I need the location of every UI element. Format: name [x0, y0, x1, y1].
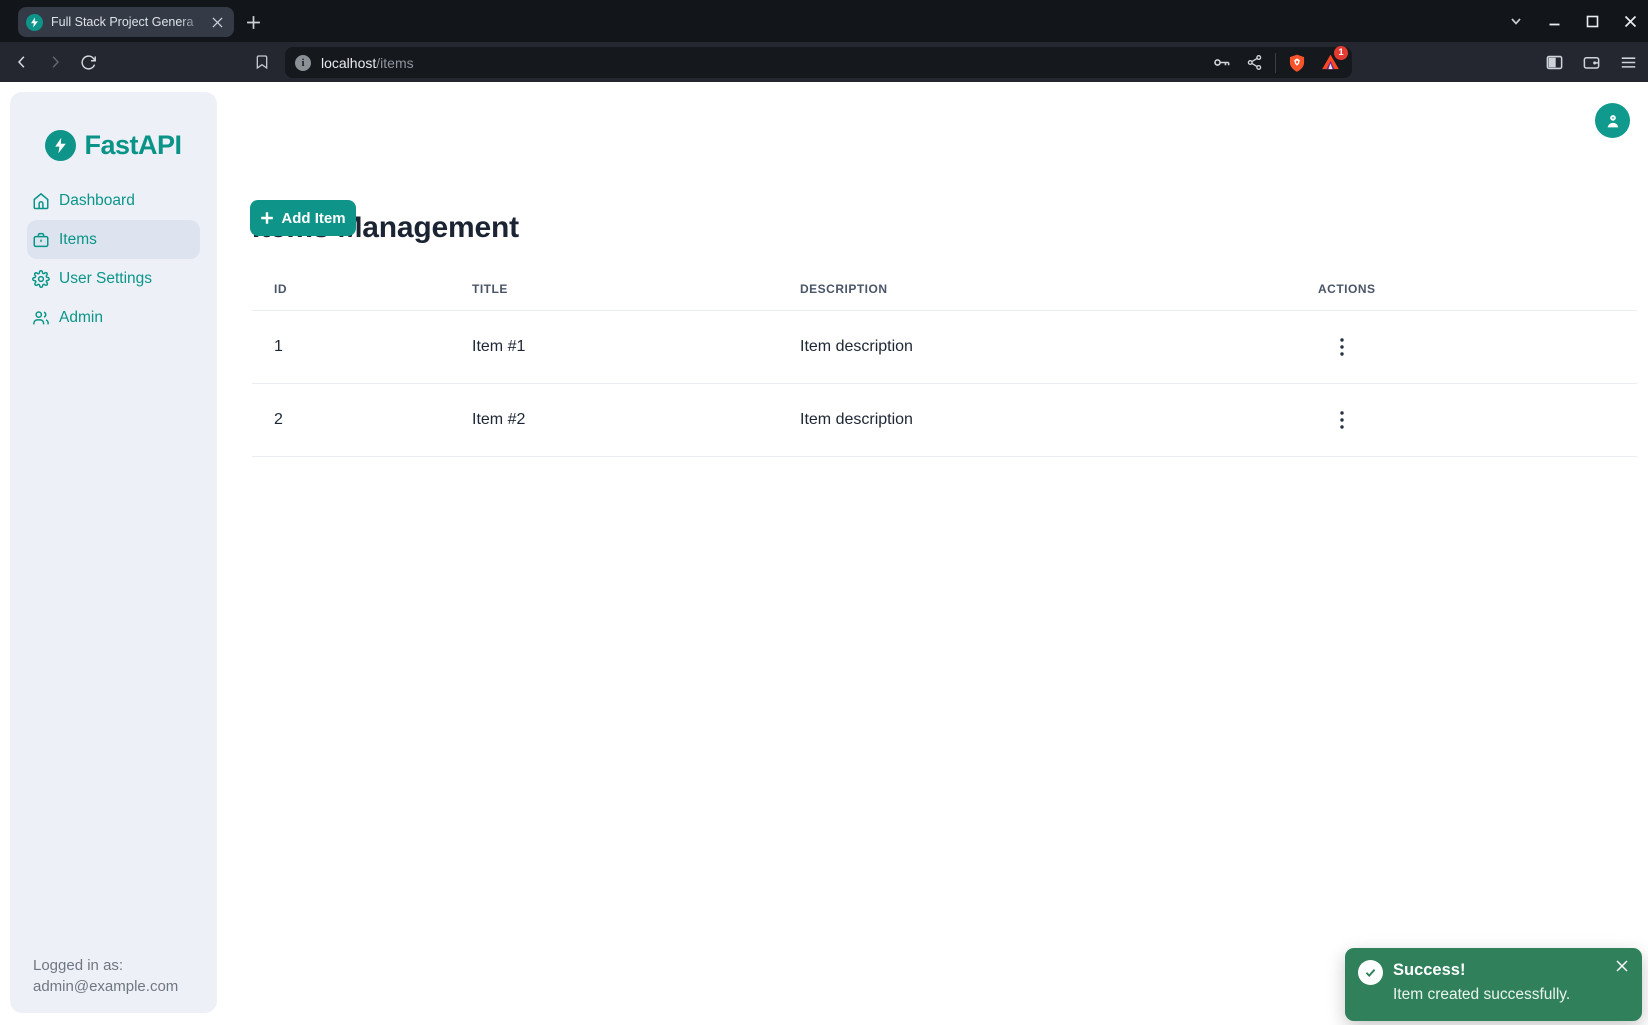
sidebar-item-admin[interactable]: Admin: [27, 298, 200, 337]
browser-toolbar: i localhost/items 1: [0, 42, 1648, 82]
add-item-button[interactable]: Add Item: [250, 200, 356, 236]
sidebar-panel-icon[interactable]: [1542, 50, 1566, 74]
table-row: 1 Item #1 Item description: [252, 311, 1637, 384]
kebab-menu-icon: [1340, 338, 1344, 356]
sidebar-item-user-settings[interactable]: User Settings: [27, 259, 200, 298]
cell-actions: [1296, 404, 1637, 436]
toolbar-separator: [1275, 53, 1276, 73]
sidebar-item-label: Admin: [59, 309, 103, 327]
logged-in-email: admin@example.com: [33, 976, 178, 997]
window-controls: [1504, 0, 1648, 42]
share-icon[interactable]: [1242, 51, 1266, 75]
fastapi-favicon-icon: [26, 14, 43, 31]
minimize-button[interactable]: [1542, 9, 1566, 33]
sidebar: FastAPI Dashboard Items User Settings: [10, 92, 217, 1013]
page-content: FastAPI Dashboard Items User Settings: [0, 82, 1648, 1025]
brave-rewards-icon[interactable]: 1: [1318, 51, 1342, 75]
add-item-label: Add Item: [281, 210, 345, 227]
maximize-button[interactable]: [1580, 9, 1604, 33]
fastapi-logo: FastAPI: [10, 130, 217, 161]
sidebar-item-items[interactable]: Items: [27, 220, 200, 259]
new-tab-button[interactable]: [241, 10, 265, 34]
check-circle-icon: [1358, 960, 1383, 985]
password-key-icon[interactable]: [1209, 51, 1233, 75]
cell-id: 1: [252, 338, 450, 356]
plus-icon: [260, 211, 274, 225]
column-header-description: DESCRIPTION: [778, 282, 1296, 296]
cell-description: Item description: [778, 338, 1296, 356]
url-text: localhost/items: [321, 55, 414, 71]
table-header-row: ID TITLE DESCRIPTION ACTIONS: [252, 268, 1637, 311]
brave-shield-icon[interactable]: [1285, 51, 1309, 75]
url-host: localhost: [321, 55, 376, 71]
cell-description: Item description: [778, 411, 1296, 429]
cell-actions: [1296, 331, 1637, 363]
briefcase-icon: [32, 231, 50, 249]
tab-title: Full Stack Project Genera: [51, 15, 208, 29]
toast-close-icon[interactable]: [1612, 956, 1632, 976]
tab-search-chevron-icon[interactable]: [1504, 9, 1528, 33]
reload-icon[interactable]: [74, 42, 102, 82]
toast-title: Success!: [1393, 961, 1465, 980]
kebab-menu-icon: [1340, 411, 1344, 429]
tab-close-icon[interactable]: [208, 13, 226, 31]
url-bar[interactable]: i localhost/items 1: [285, 47, 1352, 78]
toolbar-right-icons: [1542, 42, 1640, 82]
cell-id: 2: [252, 411, 450, 429]
browser-tab-bar: Full Stack Project Genera: [0, 0, 1648, 42]
logged-in-info: Logged in as: admin@example.com: [33, 955, 178, 997]
success-toast: Success! Item created successfully.: [1345, 948, 1642, 1021]
logged-in-label: Logged in as:: [33, 955, 178, 976]
bookmark-icon[interactable]: [248, 42, 276, 82]
cell-title: Item #2: [450, 411, 778, 429]
site-info-icon[interactable]: i: [295, 55, 311, 71]
items-table: ID TITLE DESCRIPTION ACTIONS 1 Item #1 I…: [252, 268, 1637, 457]
gear-icon: [32, 270, 50, 288]
forward-icon[interactable]: [41, 42, 69, 82]
cell-title: Item #1: [450, 338, 778, 356]
sidebar-nav: Dashboard Items User Settings Admin: [27, 181, 200, 337]
sidebar-item-label: Dashboard: [59, 192, 135, 210]
row-actions-menu-button[interactable]: [1326, 331, 1358, 363]
column-header-id: ID: [252, 282, 450, 296]
home-icon: [32, 192, 50, 210]
sidebar-item-label: Items: [59, 231, 97, 249]
sidebar-item-label: User Settings: [59, 270, 152, 288]
toast-message: Item created successfully.: [1393, 986, 1570, 1004]
menu-hamburger-icon[interactable]: [1616, 50, 1640, 74]
close-window-button[interactable]: [1618, 9, 1642, 33]
logo-text: FastAPI: [84, 130, 181, 161]
row-actions-menu-button[interactable]: [1326, 404, 1358, 436]
user-avatar-button[interactable]: [1595, 103, 1630, 138]
rewards-badge: 1: [1334, 46, 1348, 60]
users-icon: [32, 309, 50, 327]
column-header-title: TITLE: [450, 282, 778, 296]
back-icon[interactable]: [8, 42, 36, 82]
table-row: 2 Item #2 Item description: [252, 384, 1637, 457]
browser-tab[interactable]: Full Stack Project Genera: [18, 7, 234, 37]
url-path: /items: [376, 55, 413, 71]
fastapi-bolt-icon: [45, 130, 76, 161]
column-header-actions: ACTIONS: [1296, 282, 1637, 296]
wallet-icon[interactable]: [1579, 50, 1603, 74]
sidebar-item-dashboard[interactable]: Dashboard: [27, 181, 200, 220]
